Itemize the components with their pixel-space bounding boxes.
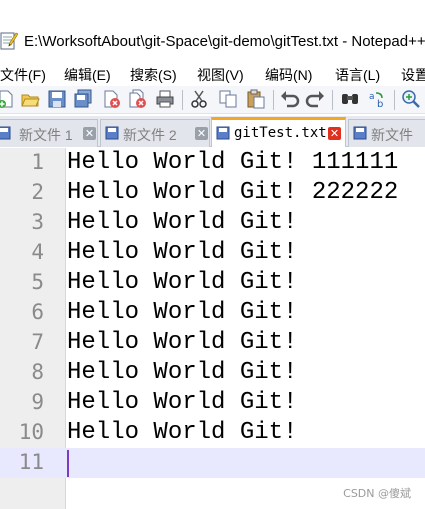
line-number: 6 <box>31 300 44 324</box>
cut-icon[interactable] <box>189 89 209 109</box>
undo-icon[interactable] <box>280 89 300 109</box>
title-bar: E:\WorksoftAbout\git-Space\git-demo\gitT… <box>0 0 425 55</box>
tab-bar: 新文件 1 ✕ 新文件 2 ✕ gitTest.txt ✕ 新文件 <box>0 116 425 147</box>
find-icon[interactable] <box>340 89 360 109</box>
tab-new-file[interactable]: 新文件 <box>348 119 425 147</box>
line-number: 2 <box>31 180 44 204</box>
close-all-icon[interactable] <box>127 89 147 109</box>
new-file-icon[interactable] <box>0 89 16 109</box>
tab-new-file-2[interactable]: 新文件 2 ✕ <box>100 119 210 147</box>
tab-gittest[interactable]: gitTest.txt ✕ <box>211 117 346 147</box>
editor-line[interactable]: 2 Hello World Git! 222222 <box>0 178 425 208</box>
line-number: 11 <box>18 450 44 474</box>
toolbar-separator <box>182 90 183 110</box>
tab-close-button[interactable]: ✕ <box>195 127 208 140</box>
line-number: 10 <box>18 420 44 444</box>
toolbar: a b <box>0 86 425 114</box>
line-text: Hello World Git! <box>67 419 298 446</box>
toolbar-separator <box>332 90 333 110</box>
svg-text:b: b <box>377 99 383 109</box>
line-text: Hello World Git! <box>67 209 298 236</box>
tab-label: 新文件 <box>371 127 413 143</box>
notepad-app-icon <box>0 32 18 50</box>
editor-line[interactable]: 4 Hello World Git! <box>0 238 425 268</box>
menu-encoding[interactable]: 编码(N) <box>265 65 312 85</box>
editor-line[interactable]: 1 Hello World Git! 111111 <box>0 148 425 178</box>
tab-new-file-1[interactable]: 新文件 1 ✕ <box>0 119 98 147</box>
line-number: 3 <box>31 210 44 234</box>
line-text: Hello World Git! <box>67 299 298 326</box>
line-number: 1 <box>31 150 44 174</box>
replace-icon[interactable]: a b <box>368 89 388 109</box>
toolbar-separator <box>394 90 395 110</box>
tab-label: gitTest.txt <box>234 125 327 141</box>
menu-bar: 文件(F) 编辑(E) 搜索(S) 视图(V) 编码(N) 语言(L) 设置 <box>0 62 425 84</box>
file-tab-icon <box>216 126 230 140</box>
editor[interactable]: 1 Hello World Git! 111111 2 Hello World Git… <box>0 148 425 509</box>
paste-icon[interactable] <box>246 89 266 109</box>
line-number: 8 <box>31 360 44 384</box>
line-text: Hello World Git! <box>67 389 298 416</box>
file-tab-icon <box>0 126 11 140</box>
menu-view[interactable]: 视图(V) <box>197 65 244 85</box>
close-icon[interactable] <box>101 89 121 109</box>
editor-line[interactable]: 5 Hello World Git! <box>0 268 425 298</box>
menu-language[interactable]: 语言(L) <box>335 65 380 85</box>
line-number: 9 <box>31 390 44 414</box>
zoom-in-icon[interactable] <box>401 89 421 109</box>
line-number: 7 <box>31 330 44 354</box>
line-text: Hello World Git! <box>67 269 298 296</box>
menu-settings[interactable]: 设置 <box>401 65 425 85</box>
open-file-icon[interactable] <box>20 89 40 109</box>
file-tab-icon <box>353 126 367 140</box>
file-tab-icon <box>105 126 119 140</box>
tab-label: 新文件 1 <box>19 127 73 143</box>
window-title: E:\WorksoftAbout\git-Space\git-demo\gitT… <box>24 33 425 50</box>
copy-icon[interactable] <box>218 89 238 109</box>
save-icon[interactable] <box>47 89 67 109</box>
line-text: Hello World Git! <box>67 239 298 266</box>
editor-line[interactable]: 7 Hello World Git! <box>0 328 425 358</box>
line-number: 4 <box>31 240 44 264</box>
editor-line[interactable]: 8 Hello World Git! <box>0 358 425 388</box>
text-caret <box>67 450 69 477</box>
save-all-icon[interactable] <box>73 89 93 109</box>
redo-icon[interactable] <box>305 89 325 109</box>
line-number: 5 <box>31 270 44 294</box>
watermark: CSDN @傻斌 <box>343 487 411 500</box>
editor-line[interactable]: 10 Hello World Git! <box>0 418 425 448</box>
line-text: Hello World Git! 222222 <box>67 179 399 206</box>
line-text: Hello World Git! <box>67 329 298 356</box>
line-text: Hello World Git! 111111 <box>67 149 399 176</box>
menu-search[interactable]: 搜索(S) <box>130 65 177 85</box>
editor-line[interactable]: 9 Hello World Git! <box>0 388 425 418</box>
tab-label: 新文件 2 <box>123 127 177 143</box>
menu-file[interactable]: 文件(F) <box>0 65 46 85</box>
tab-close-button[interactable]: ✕ <box>328 127 341 140</box>
line-text: Hello World Git! <box>67 359 298 386</box>
editor-line[interactable]: 6 Hello World Git! <box>0 298 425 328</box>
menu-edit[interactable]: 编辑(E) <box>64 65 111 85</box>
editor-line[interactable]: 11 <box>0 448 425 478</box>
editor-line[interactable]: 3 Hello World Git! <box>0 208 425 238</box>
toolbar-separator <box>273 90 274 110</box>
svg-text:a: a <box>369 92 375 102</box>
tab-close-button[interactable]: ✕ <box>83 127 96 140</box>
print-icon[interactable] <box>155 89 175 109</box>
